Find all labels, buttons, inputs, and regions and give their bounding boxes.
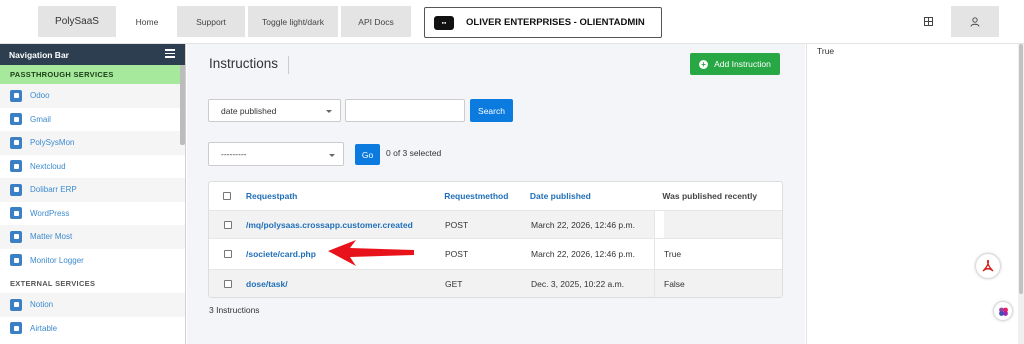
sidebar-item-label: Dolibarr ERP bbox=[30, 185, 77, 195]
right-panel-text: True bbox=[817, 46, 835, 56]
sidebar-item-label: Nextcloud bbox=[30, 161, 66, 171]
search-input[interactable] bbox=[345, 99, 465, 122]
date-cell: March 22, 2026, 12:46 p.m. bbox=[531, 249, 635, 259]
nav-api-docs[interactable]: API Docs bbox=[341, 6, 411, 37]
date-cell: Dec. 3, 2025, 10:22 a.m. bbox=[531, 278, 625, 289]
sidebar-item-gmail[interactable]: Gmail bbox=[0, 108, 185, 132]
sidebar-title: Navigation Bar bbox=[9, 49, 69, 60]
column-header-date-published[interactable]: Date published bbox=[530, 191, 663, 201]
table-row: /mq/polysaas.crossapp.customer.created P… bbox=[209, 210, 782, 238]
sidebar-item-airtable[interactable]: Airtable bbox=[0, 317, 185, 341]
chevron-down-icon bbox=[329, 154, 335, 157]
table-header: Requestpath Requestmethod Date published… bbox=[209, 182, 782, 210]
requestmethod-cell: GET bbox=[445, 278, 463, 289]
instructions-table: Requestpath Requestmethod Date published… bbox=[208, 181, 783, 298]
sidebar-item-odoo[interactable]: Odoo bbox=[0, 84, 185, 108]
sidebar-item-label: Matter Most bbox=[30, 232, 73, 242]
sidebar-item-polysysmon[interactable]: PolySysMon bbox=[0, 131, 185, 155]
brand-button[interactable]: PolySaaS bbox=[38, 6, 116, 37]
user-menu-button[interactable] bbox=[951, 6, 999, 37]
filter-select-value: date published bbox=[221, 105, 277, 116]
add-instruction-label: Add Instruction bbox=[714, 59, 771, 69]
wordpress-icon bbox=[10, 207, 22, 220]
requestmethod-cell: POST bbox=[445, 219, 469, 230]
action-select[interactable]: --------- bbox=[208, 142, 344, 166]
sidebar-item-notion[interactable]: Notion bbox=[0, 293, 185, 317]
select-all-checkbox[interactable] bbox=[223, 192, 232, 200]
nextcloud-icon bbox=[10, 160, 22, 173]
page-scrollbar[interactable] bbox=[1018, 44, 1024, 344]
sidebar-section-external: EXTERNAL SERVICES bbox=[0, 274, 185, 293]
recent-cell: True bbox=[654, 239, 681, 269]
search-button[interactable]: Search bbox=[470, 99, 513, 122]
requestpath-link[interactable]: dose/task/ bbox=[246, 279, 445, 289]
recent-cell bbox=[654, 211, 664, 238]
organization-name: OLIVER ENTERPRISES - OLIENTADMIN bbox=[466, 17, 645, 28]
nav-support[interactable]: Support bbox=[177, 6, 245, 37]
sidebar-item-mattermost[interactable]: Matter Most bbox=[0, 225, 185, 249]
filter-select[interactable]: date published bbox=[208, 99, 341, 122]
action-select-value: --------- bbox=[221, 149, 247, 159]
table-row: /societe/card.php POST March 22, 2026, 1… bbox=[209, 238, 782, 269]
sidebar-item-label: Monitor Logger bbox=[30, 255, 84, 265]
sidebar-item-label: WordPress bbox=[30, 208, 70, 218]
odoo-icon bbox=[10, 89, 22, 102]
requestpath-link[interactable]: /mq/polysaas.crossapp.customer.created bbox=[246, 220, 445, 230]
sidebar-item-label: Notion bbox=[30, 300, 54, 310]
sidebar-item-nextcloud[interactable]: Nextcloud bbox=[0, 155, 185, 179]
sidebar-item-monitor-logger[interactable]: Monitor Logger bbox=[0, 249, 185, 273]
sidebar-header: Navigation Bar bbox=[0, 44, 185, 65]
gmail-icon bbox=[10, 113, 22, 126]
selected-count: 0 of 3 selected bbox=[386, 148, 442, 158]
sidebar-scrollbar[interactable] bbox=[180, 65, 185, 145]
instructions-count: 3 Instructions bbox=[209, 305, 260, 315]
hamburger-icon[interactable] bbox=[165, 49, 175, 58]
assistant-icon[interactable] bbox=[994, 302, 1012, 320]
pdf-icon[interactable] bbox=[976, 254, 1000, 278]
page-title: Instructions bbox=[209, 56, 290, 74]
sidebar: Navigation Bar PASSTHROUGH SERVICES Odoo… bbox=[0, 44, 186, 344]
sidebar-item-dolibarr[interactable]: Dolibarr ERP bbox=[0, 178, 185, 202]
column-header-was-published-recently: Was published recently bbox=[662, 191, 758, 201]
requestmethod-cell: POST bbox=[445, 249, 469, 259]
table-row: dose/task/ GET Dec. 3, 2025, 10:22 a.m. … bbox=[209, 269, 782, 297]
airtable-icon bbox=[10, 322, 22, 335]
nav-home[interactable]: Home bbox=[120, 6, 174, 37]
recent-cell: False bbox=[654, 270, 685, 297]
row-checkbox[interactable] bbox=[223, 279, 232, 288]
dolibarr-icon bbox=[10, 183, 22, 196]
date-cell: March 22, 2026, 12:46 p.m. bbox=[531, 219, 635, 230]
monitor-logger-icon bbox=[10, 254, 22, 267]
user-icon bbox=[970, 16, 980, 27]
notion-icon bbox=[10, 298, 22, 311]
sidebar-item-wordpress[interactable]: WordPress bbox=[0, 202, 185, 226]
nav-toggle-theme[interactable]: Toggle light/dark bbox=[248, 6, 338, 37]
organization-selector[interactable]: ●● OLIVER ENTERPRISES - OLIENTADMIN bbox=[424, 7, 662, 38]
plus-icon: + bbox=[699, 59, 709, 69]
sidebar-item-label: Airtable bbox=[30, 323, 58, 333]
org-logo-icon: ●● bbox=[434, 15, 454, 30]
passthrough-list: Odoo Gmail PolySysMon Nextcloud Dolibarr… bbox=[0, 84, 185, 272]
main-content: Instructions + Add Instruction date publ… bbox=[187, 44, 805, 344]
column-header-requestpath[interactable]: Requestpath bbox=[246, 191, 444, 201]
mattermost-icon bbox=[10, 230, 22, 243]
sidebar-item-label: Gmail bbox=[30, 114, 51, 124]
external-list: Notion Airtable bbox=[0, 293, 185, 340]
grid-icon[interactable] bbox=[912, 6, 944, 37]
polysysmon-icon bbox=[10, 136, 22, 149]
top-navbar: PolySaaS Home Support Toggle light/dark … bbox=[0, 0, 1024, 44]
chevron-down-icon bbox=[326, 110, 332, 113]
add-instruction-button[interactable]: + Add Instruction bbox=[690, 53, 780, 75]
right-panel: True bbox=[806, 44, 1018, 344]
go-button[interactable]: Go bbox=[355, 144, 380, 165]
column-header-requestmethod[interactable]: Requestmethod bbox=[444, 191, 530, 201]
row-checkbox[interactable] bbox=[223, 220, 232, 229]
sidebar-item-label: PolySysMon bbox=[30, 138, 75, 148]
row-checkbox[interactable] bbox=[223, 250, 232, 258]
sidebar-item-label: Odoo bbox=[30, 91, 50, 101]
sidebar-section-passthrough: PASSTHROUGH SERVICES bbox=[0, 65, 185, 84]
red-arrow-annotation bbox=[328, 240, 414, 266]
